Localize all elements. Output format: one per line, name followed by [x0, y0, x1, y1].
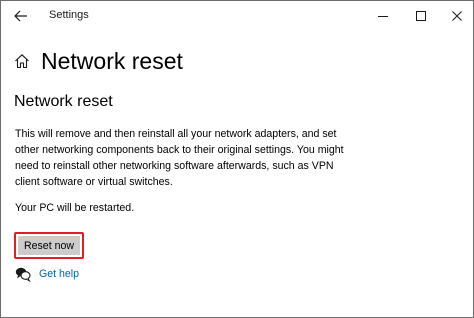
- chat-help-icon[interactable]: [15, 266, 31, 282]
- reset-description: This will remove and then reinstall all …: [15, 128, 344, 188]
- get-help-link[interactable]: Get help: [39, 268, 79, 280]
- get-help-row[interactable]: Get help: [15, 266, 79, 282]
- app-title: Settings: [49, 9, 89, 21]
- reset-now-button[interactable]: Reset now: [18, 236, 80, 255]
- section-title: Network reset: [14, 93, 113, 110]
- home-icon[interactable]: [13, 52, 31, 70]
- back-arrow-icon: [14, 10, 27, 22]
- minimize-button[interactable]: [365, 1, 401, 31]
- close-button[interactable]: [439, 1, 474, 31]
- back-button[interactable]: [11, 7, 31, 25]
- page-title: Network reset: [41, 47, 183, 74]
- minimize-icon: [378, 16, 388, 17]
- maximize-icon: [416, 11, 426, 21]
- page-header: Network reset: [13, 43, 183, 79]
- settings-window: Settings Network reset Network reset Thi…: [0, 0, 474, 318]
- title-bar: Settings: [1, 1, 473, 31]
- close-icon: [452, 11, 462, 21]
- maximize-button[interactable]: [403, 1, 439, 31]
- restart-note: Your PC will be restarted.: [15, 202, 135, 214]
- reset-button-highlight: Reset now: [14, 232, 84, 259]
